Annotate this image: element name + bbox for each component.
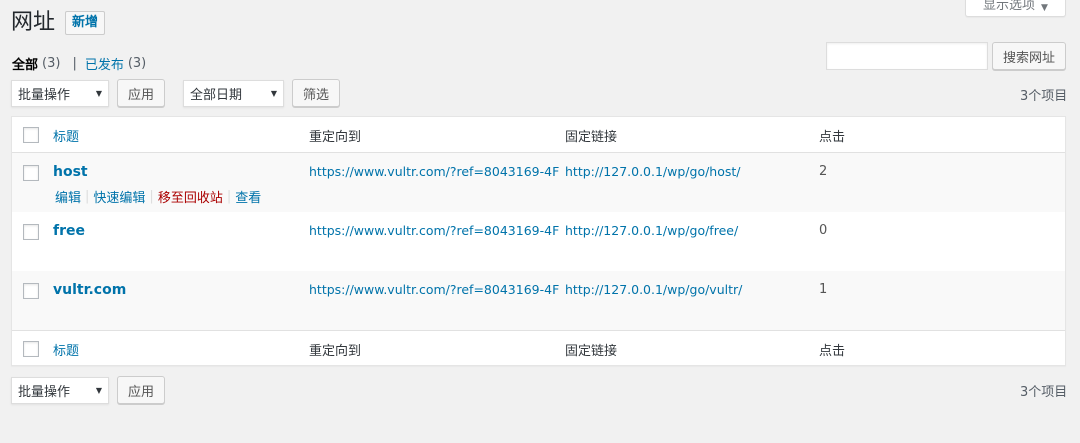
- row-actions: 编辑 | 快速编辑 | 移至回收站 | 查看: [55, 187, 261, 206]
- column-title[interactable]: 标题: [53, 126, 79, 145]
- row-redirect[interactable]: https://www.vultr.com/?ref=8043169-4F: [309, 164, 559, 179]
- triangle-down-icon: ▼: [1041, 3, 1048, 13]
- screen-options-button[interactable]: 显示选项 ▼: [965, 0, 1066, 17]
- add-new-button[interactable]: 新增: [65, 11, 106, 35]
- filter-button[interactable]: 筛选: [292, 79, 341, 107]
- row-title[interactable]: free: [53, 223, 85, 239]
- action-separator: |: [149, 189, 154, 204]
- row-checkbox[interactable]: [23, 224, 39, 240]
- filter-published[interactable]: 已发布: [85, 54, 124, 73]
- bulk-actions-select[interactable]: 批量操作 ▼: [11, 376, 109, 404]
- bulk-actions-select[interactable]: 批量操作 ▼: [11, 79, 109, 107]
- bulk-actions-value: 批量操作: [18, 87, 71, 103]
- row-checkbox[interactable]: [23, 283, 39, 299]
- column-title[interactable]: 标题: [53, 340, 79, 359]
- row-redirect[interactable]: https://www.vultr.com/?ref=8043169-4F: [309, 282, 559, 297]
- status-filter: 全部 (3) | 已发布 (3): [12, 54, 146, 73]
- apply-button[interactable]: 应用: [117, 79, 166, 107]
- apply-button[interactable]: 应用: [117, 376, 166, 404]
- row-clicks: 2: [819, 164, 828, 179]
- action-separator: |: [85, 189, 90, 204]
- filter-all[interactable]: 全部: [12, 54, 38, 73]
- filter-published-count: (3): [127, 56, 147, 71]
- table-row: free https://www.vultr.com/?ref=8043169-…: [12, 212, 1065, 271]
- select-all-checkbox[interactable]: [23, 127, 39, 143]
- tablenav-top: 批量操作 ▼ 应用 全部日期 ▼ 筛选: [11, 79, 341, 107]
- page-title: 网址: [11, 10, 56, 35]
- table-row: vultr.com https://www.vultr.com/?ref=804…: [12, 271, 1065, 330]
- search-button[interactable]: 搜索网址: [992, 42, 1066, 70]
- items-count-top: 3个项目: [1020, 89, 1068, 104]
- table-row: host https://www.vultr.com/?ref=8043169-…: [12, 153, 1065, 212]
- dropdown-arrow-icon: ▼: [95, 385, 102, 395]
- row-permalink[interactable]: http://127.0.0.1/wp/go/free/: [565, 223, 738, 238]
- search-box: 搜索网址: [826, 42, 1066, 70]
- dropdown-arrow-icon: ▼: [270, 88, 278, 98]
- row-permalink[interactable]: http://127.0.0.1/wp/go/vultr/: [565, 282, 742, 297]
- action-separator: |: [226, 189, 232, 204]
- row-title[interactable]: host: [53, 164, 88, 180]
- items-count-bottom: 3个项目: [1020, 385, 1068, 400]
- column-permalink: 固定链接: [565, 130, 618, 145]
- row-title[interactable]: vultr.com: [53, 282, 126, 298]
- column-permalink: 固定链接: [565, 344, 618, 359]
- page-header: 网址 新增: [11, 8, 106, 38]
- column-redirect: 重定向到: [309, 344, 362, 359]
- column-clicks: 点击: [819, 130, 846, 145]
- date-filter-select[interactable]: 全部日期 ▼: [183, 79, 285, 107]
- date-filter-value: 全部日期: [190, 87, 243, 103]
- quick-edit-link[interactable]: 快速编辑: [93, 187, 145, 206]
- bulk-actions-value: 批量操作: [18, 384, 71, 400]
- row-permalink[interactable]: http://127.0.0.1/wp/go/host/: [565, 164, 741, 179]
- filter-all-count: (3): [42, 56, 61, 71]
- links-table: 标题 重定向到 固定链接 点击 host https://www.vultr.c…: [11, 116, 1066, 366]
- search-input[interactable]: [826, 42, 988, 70]
- view-link[interactable]: 查看: [235, 187, 261, 206]
- column-clicks: 点击: [819, 344, 846, 359]
- row-clicks: 0: [819, 223, 828, 238]
- select-all-checkbox[interactable]: [23, 341, 39, 357]
- row-clicks: 1: [819, 282, 828, 297]
- edit-link[interactable]: 编辑: [55, 187, 81, 206]
- table-footer: 标题 重定向到 固定链接 点击: [12, 330, 1065, 366]
- table-header: 标题 重定向到 固定链接 点击: [12, 117, 1065, 153]
- tablenav-bottom: 批量操作 ▼ 应用: [11, 376, 166, 404]
- dropdown-arrow-icon: ▼: [95, 88, 102, 98]
- trash-link[interactable]: 移至回收站: [158, 187, 223, 206]
- column-redirect: 重定向到: [309, 130, 362, 145]
- filter-separator: |: [72, 56, 77, 71]
- row-redirect[interactable]: https://www.vultr.com/?ref=8043169-4F: [309, 223, 559, 238]
- screen-options-label: 显示选项: [983, 0, 1036, 13]
- row-checkbox[interactable]: [23, 165, 39, 181]
